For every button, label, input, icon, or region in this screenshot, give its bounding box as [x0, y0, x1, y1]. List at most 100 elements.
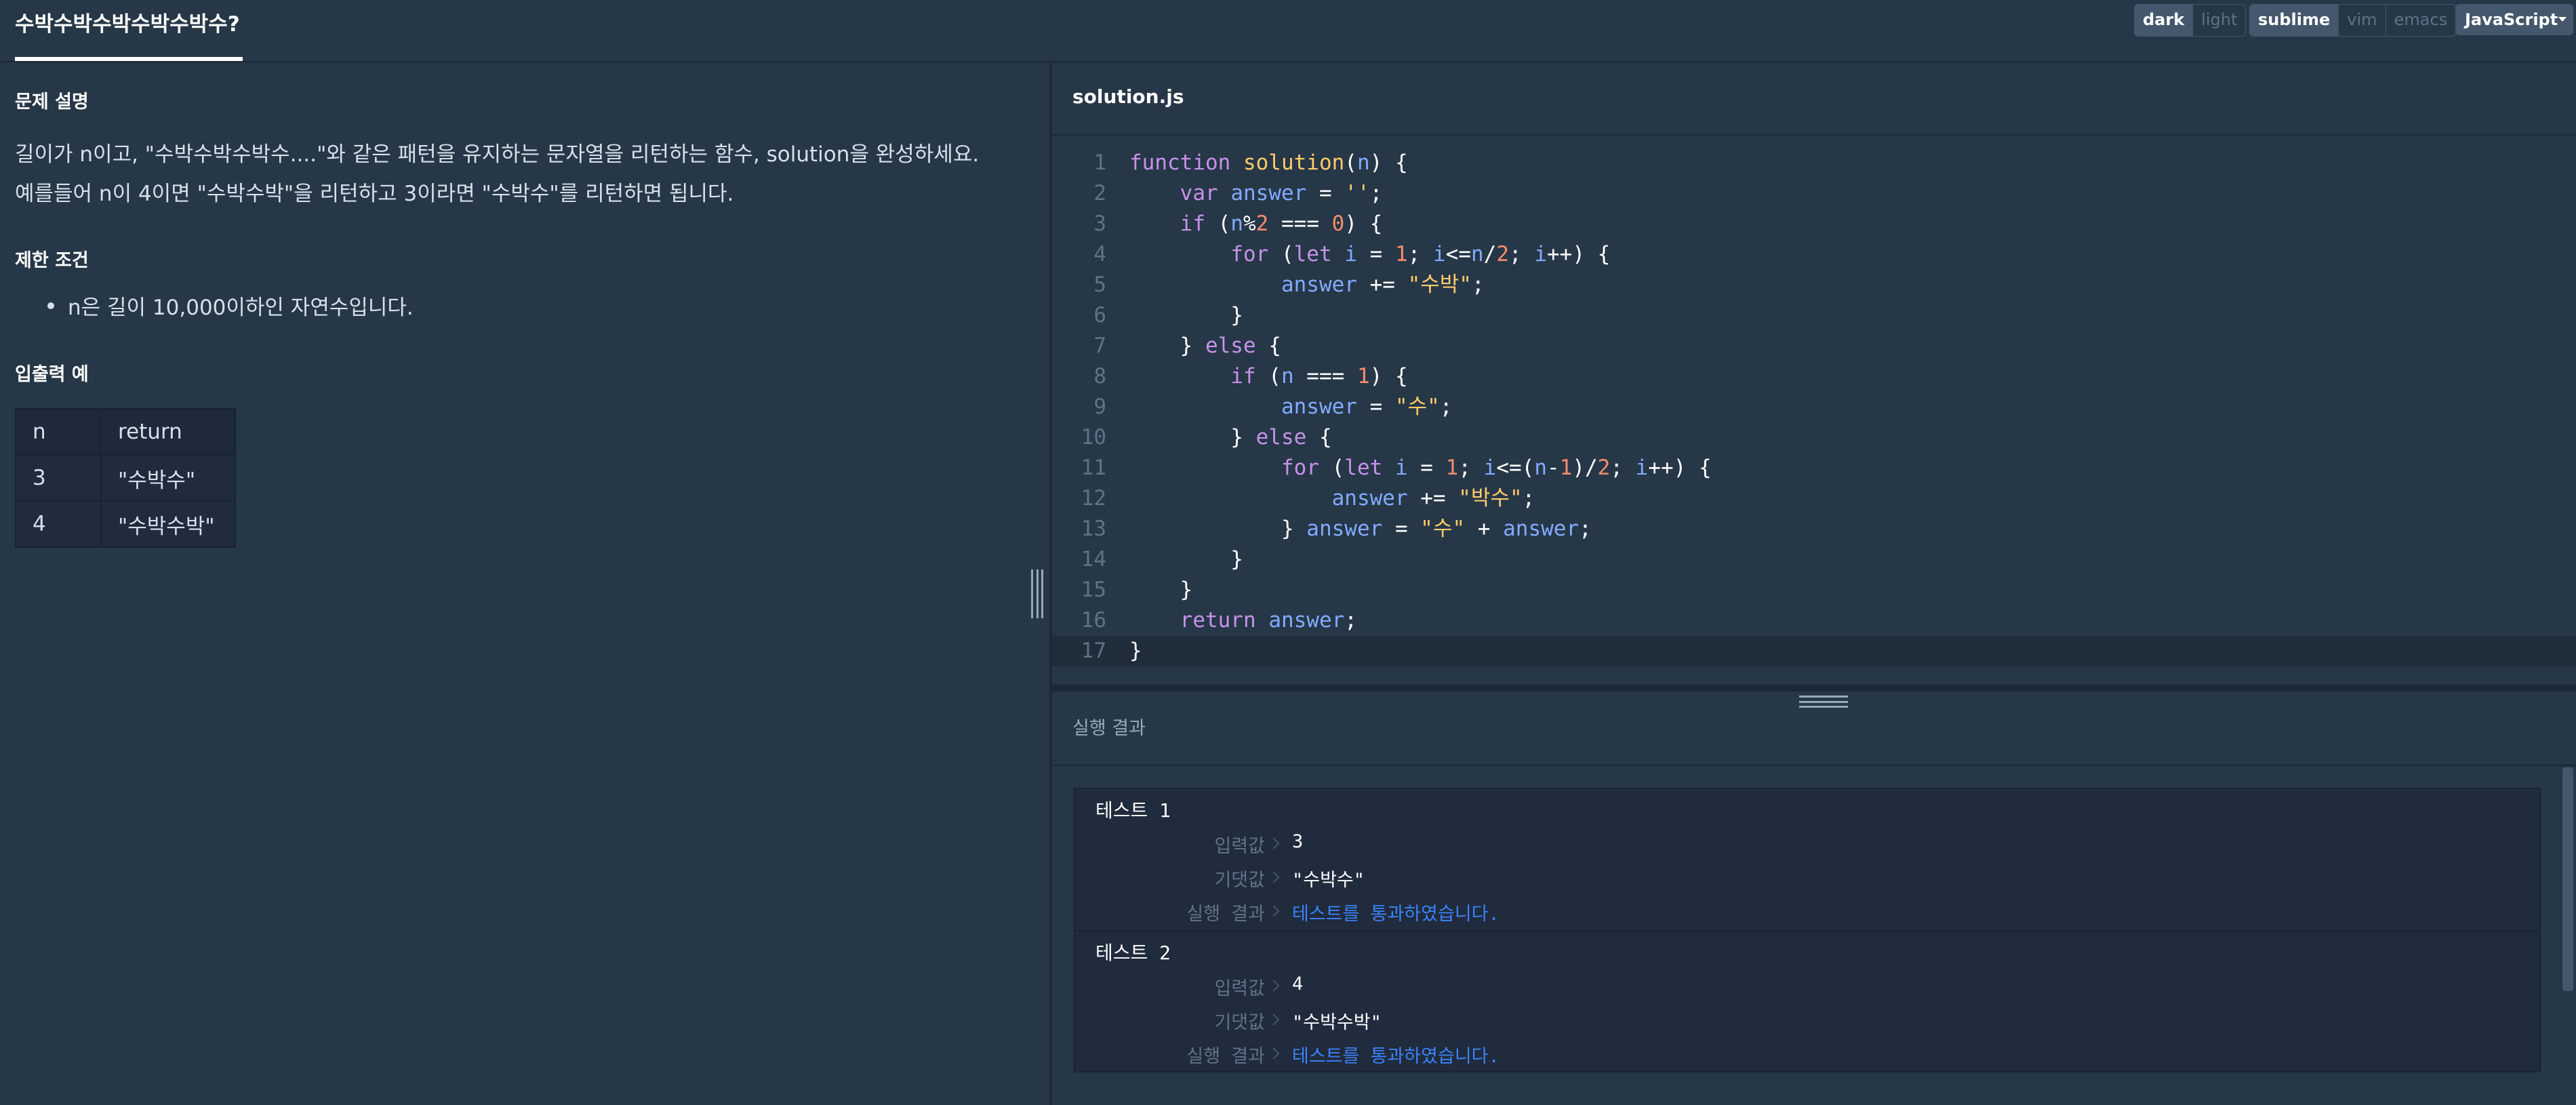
input-value: 4	[1292, 973, 1304, 994]
keymap-sublime-button[interactable]: sublime	[2250, 5, 2339, 36]
line-number: 17	[1081, 639, 1106, 663]
result-row-outcome: 실행 결과 테스트를 통과하였습니다.	[1075, 899, 2539, 931]
line-number: 14	[1081, 547, 1106, 571]
line-number: 3	[1093, 212, 1106, 236]
theme-toggle: dark light	[2134, 4, 2247, 37]
code-text[interactable]: } answer = "수" + answer;	[1129, 514, 1592, 544]
code-text[interactable]: if (n%2 === 0) {	[1129, 209, 1383, 239]
code-line[interactable]: 17}	[1052, 636, 2576, 666]
code-line[interactable]: 15 }	[1052, 575, 2576, 605]
test-title: 테스트 1	[1095, 799, 1171, 822]
line-number: 5	[1093, 273, 1106, 297]
line-number: 12	[1081, 486, 1106, 510]
code-text[interactable]: }	[1129, 544, 1243, 575]
code-line[interactable]: 1 function solution(n) {	[1052, 148, 2576, 178]
chevron-down-icon	[2558, 17, 2567, 22]
result-row-expected: 기댓값 "수박수"	[1075, 865, 2539, 898]
horizontal-splitter[interactable]	[1052, 685, 2576, 691]
result-row-outcome: 실행 결과 테스트를 통과하였습니다.	[1075, 1041, 2539, 1074]
table-cell: "수박수"	[100, 454, 236, 502]
expected-label: 기댓값	[1214, 1012, 1265, 1033]
code-text[interactable]: for (let i = 1; i<=n/2; i++) {	[1129, 239, 1610, 270]
title-underline	[15, 57, 243, 61]
outcome-label: 실행 결과	[1186, 1046, 1265, 1067]
editor-header: solution.js	[1052, 62, 2576, 136]
theme-dark-button[interactable]: dark	[2135, 5, 2193, 36]
description-heading: 문제 설명	[15, 92, 89, 113]
line-number: 1	[1093, 150, 1106, 175]
app-root: 수박수박수박수박수박수? dark light sublime vim emac…	[0, 0, 2576, 1105]
line-number: 16	[1081, 608, 1106, 632]
code-line[interactable]: 12 answer += "박수";	[1052, 483, 2576, 514]
language-label: JavaScript	[2465, 10, 2558, 29]
results-scrollbar[interactable]	[2562, 767, 2573, 991]
code-line[interactable]: 4 for (let i = 1; i<=n/2; i++) {	[1052, 239, 2576, 270]
code-line[interactable]: 11 for (let i = 1; i<=(n-1)/2; i++) {	[1052, 453, 2576, 483]
line-number: 8	[1093, 364, 1106, 388]
keymap-toggle: sublime vim emacs	[2249, 4, 2457, 37]
language-select[interactable]: JavaScript	[2455, 4, 2573, 35]
code-text[interactable]: answer = "수";	[1129, 392, 1453, 422]
code-text[interactable]: }	[1129, 300, 1243, 331]
code-text[interactable]: function solution(n) {	[1129, 148, 1408, 178]
code-text[interactable]: return answer;	[1129, 605, 1357, 636]
code-line[interactable]: 9 answer = "수";	[1052, 392, 2576, 422]
code-line[interactable]: 6 }	[1052, 300, 2576, 331]
description-line-2: 예를들어 n이 4이면 "수박수박"을 리턴하고 3이라면 "수박수"를 리턴하…	[15, 182, 734, 206]
code-line[interactable]: 13 } answer = "수" + answer;	[1052, 514, 2576, 544]
code-text[interactable]: for (let i = 1; i<=(n-1)/2; i++) {	[1129, 453, 1712, 483]
file-name-tab[interactable]: solution.js	[1072, 85, 1184, 108]
line-number: 13	[1081, 517, 1106, 541]
line-number: 2	[1093, 181, 1106, 205]
result-row-input: 입력값 4	[1075, 973, 2539, 1006]
expected-value: "수박수"	[1292, 870, 1365, 891]
line-number: 6	[1093, 303, 1106, 327]
vertical-resize-handle-icon[interactable]	[1031, 569, 1043, 618]
code-line[interactable]: 14 }	[1052, 544, 2576, 575]
expected-value: "수박수박"	[1292, 1012, 1382, 1033]
chevron-right-icon	[1268, 837, 1280, 849]
outcome-label: 실행 결과	[1186, 904, 1265, 925]
problem-panel: 문제 설명 길이가 n이고, "수박수박수박수...."와 같은 패턴을 유지하…	[0, 62, 1049, 1105]
input-label: 입력값	[1214, 836, 1265, 857]
code-line[interactable]: 8 if (n === 1) {	[1052, 361, 2576, 392]
code-text[interactable]: }	[1129, 575, 1193, 605]
constraint-heading: 제한 조건	[15, 250, 89, 271]
top-bar: 수박수박수박수박수박수? dark light sublime vim emac…	[0, 0, 2576, 62]
code-line[interactable]: 2 var answer = '';	[1052, 178, 2576, 209]
code-text[interactable]: answer += "수박";	[1129, 270, 1485, 300]
io-example-table: n return 3 "수박수" 4 "수박수박"	[15, 408, 236, 548]
code-editor[interactable]: 1 function solution(n) {2 var answer = ''…	[1052, 136, 2576, 685]
table-cell: 3	[15, 454, 102, 502]
table-header-return: return	[100, 408, 236, 456]
theme-light-button[interactable]: light	[2192, 5, 2246, 36]
code-line[interactable]: 10 } else {	[1052, 422, 2576, 453]
code-line[interactable]: 3 if (n%2 === 0) {	[1052, 209, 2576, 239]
result-row-input: 입력값 3	[1075, 831, 2539, 864]
example-heading: 입출력 예	[15, 364, 89, 385]
keymap-vim-button[interactable]: vim	[2338, 5, 2386, 36]
code-text[interactable]: } else {	[1129, 422, 1331, 453]
bullet-icon	[47, 302, 54, 309]
constraint-item: n은 길이 10,000이하인 자연수입니다.	[68, 296, 414, 320]
code-text[interactable]: var answer = '';	[1129, 178, 1383, 209]
line-number: 4	[1093, 242, 1106, 266]
table-cell: 4	[15, 500, 102, 548]
keymap-emacs-button[interactable]: emacs	[2385, 5, 2456, 36]
expected-label: 기댓값	[1214, 870, 1265, 891]
result-header: 실행 결과	[1052, 691, 2576, 766]
table-row: 4 "수박수박"	[15, 500, 236, 548]
table-row: 3 "수박수"	[15, 454, 236, 502]
code-text[interactable]: answer += "박수";	[1129, 483, 1535, 514]
code-text[interactable]: if (n === 1) {	[1129, 361, 1407, 392]
input-value: 3	[1292, 831, 1304, 852]
table-header-row: n return	[15, 408, 236, 456]
description-line-1: 길이가 n이고, "수박수박수박수...."와 같은 패턴을 유지하는 문자열을…	[15, 142, 980, 167]
code-line[interactable]: 16 return answer;	[1052, 605, 2576, 636]
table-header-n: n	[15, 408, 102, 456]
code-text[interactable]: }	[1129, 636, 1142, 666]
chevron-right-icon	[1268, 905, 1280, 917]
code-line[interactable]: 5 answer += "수박";	[1052, 270, 2576, 300]
code-text[interactable]: } else {	[1129, 331, 1281, 361]
code-line[interactable]: 7 } else {	[1052, 331, 2576, 361]
